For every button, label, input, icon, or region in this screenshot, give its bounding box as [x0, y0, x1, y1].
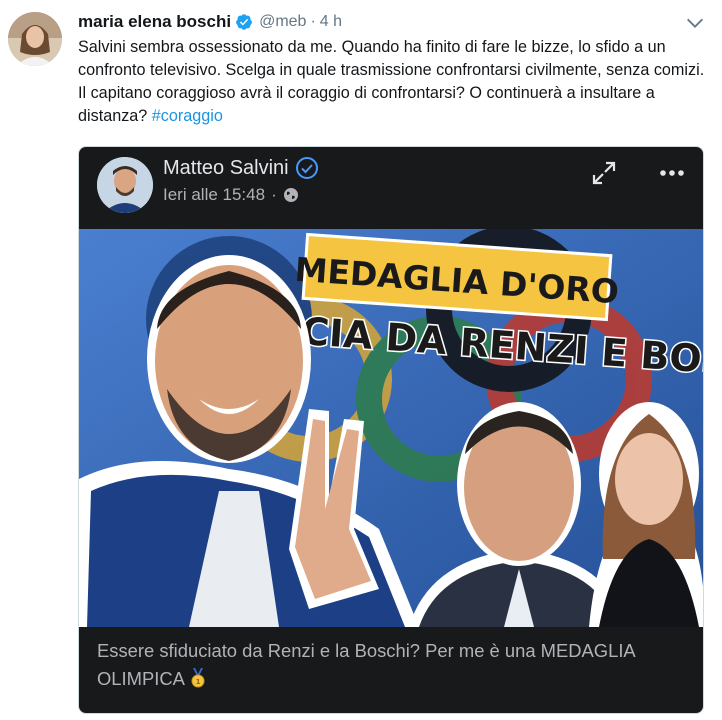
verified-badge-icon — [236, 14, 252, 30]
card-caption-text: Essere sfiduciato da Renzi e la Boschi? … — [97, 640, 635, 689]
chevron-down-icon[interactable] — [684, 12, 706, 34]
author-avatar[interactable] — [8, 12, 62, 66]
card-author-name-row: Matteo Salvini — [163, 156, 319, 180]
expand-icon[interactable] — [591, 160, 617, 186]
tweet-header: maria elena boschi @meb · 4 h — [78, 10, 342, 34]
verified-badge-icon — [295, 157, 318, 179]
more-options-icon[interactable] — [657, 160, 687, 186]
globe-icon — [283, 188, 298, 202]
card-author-name[interactable]: Matteo Salvini — [163, 157, 289, 180]
author-name[interactable]: maria elena boschi — [78, 12, 231, 32]
hashtag-link[interactable]: #coraggio — [152, 107, 223, 125]
post-image[interactable]: MEDAGLIA D'ORO SFIDUCIA DA RENZI E BOSCH… — [79, 229, 703, 627]
embedded-post-card[interactable]: Matteo Salvini Ieri alle 15:48 · MEDAGLI… — [78, 146, 704, 714]
tweet-timestamp[interactable]: 4 h — [320, 13, 342, 31]
card-timestamp-row: Ieri alle 15:48 · — [163, 185, 299, 205]
author-handle[interactable]: @meb — [259, 13, 306, 31]
svg-text:1: 1 — [196, 678, 201, 686]
card-author-avatar[interactable] — [97, 157, 153, 213]
card-caption: Essere sfiduciato da Renzi e la Boschi? … — [97, 637, 687, 693]
gold-medal-icon: 1 — [191, 668, 205, 688]
tweet: maria elena boschi @meb · 4 h Salvini se… — [0, 0, 722, 720]
separator-dot: · — [310, 13, 316, 30]
card-timestamp[interactable]: Ieri alle 15:48 — [163, 185, 265, 205]
tweet-text: Salvini sembra ossessionato da me. Quand… — [78, 36, 708, 128]
card-separator-dot: · — [271, 185, 277, 204]
